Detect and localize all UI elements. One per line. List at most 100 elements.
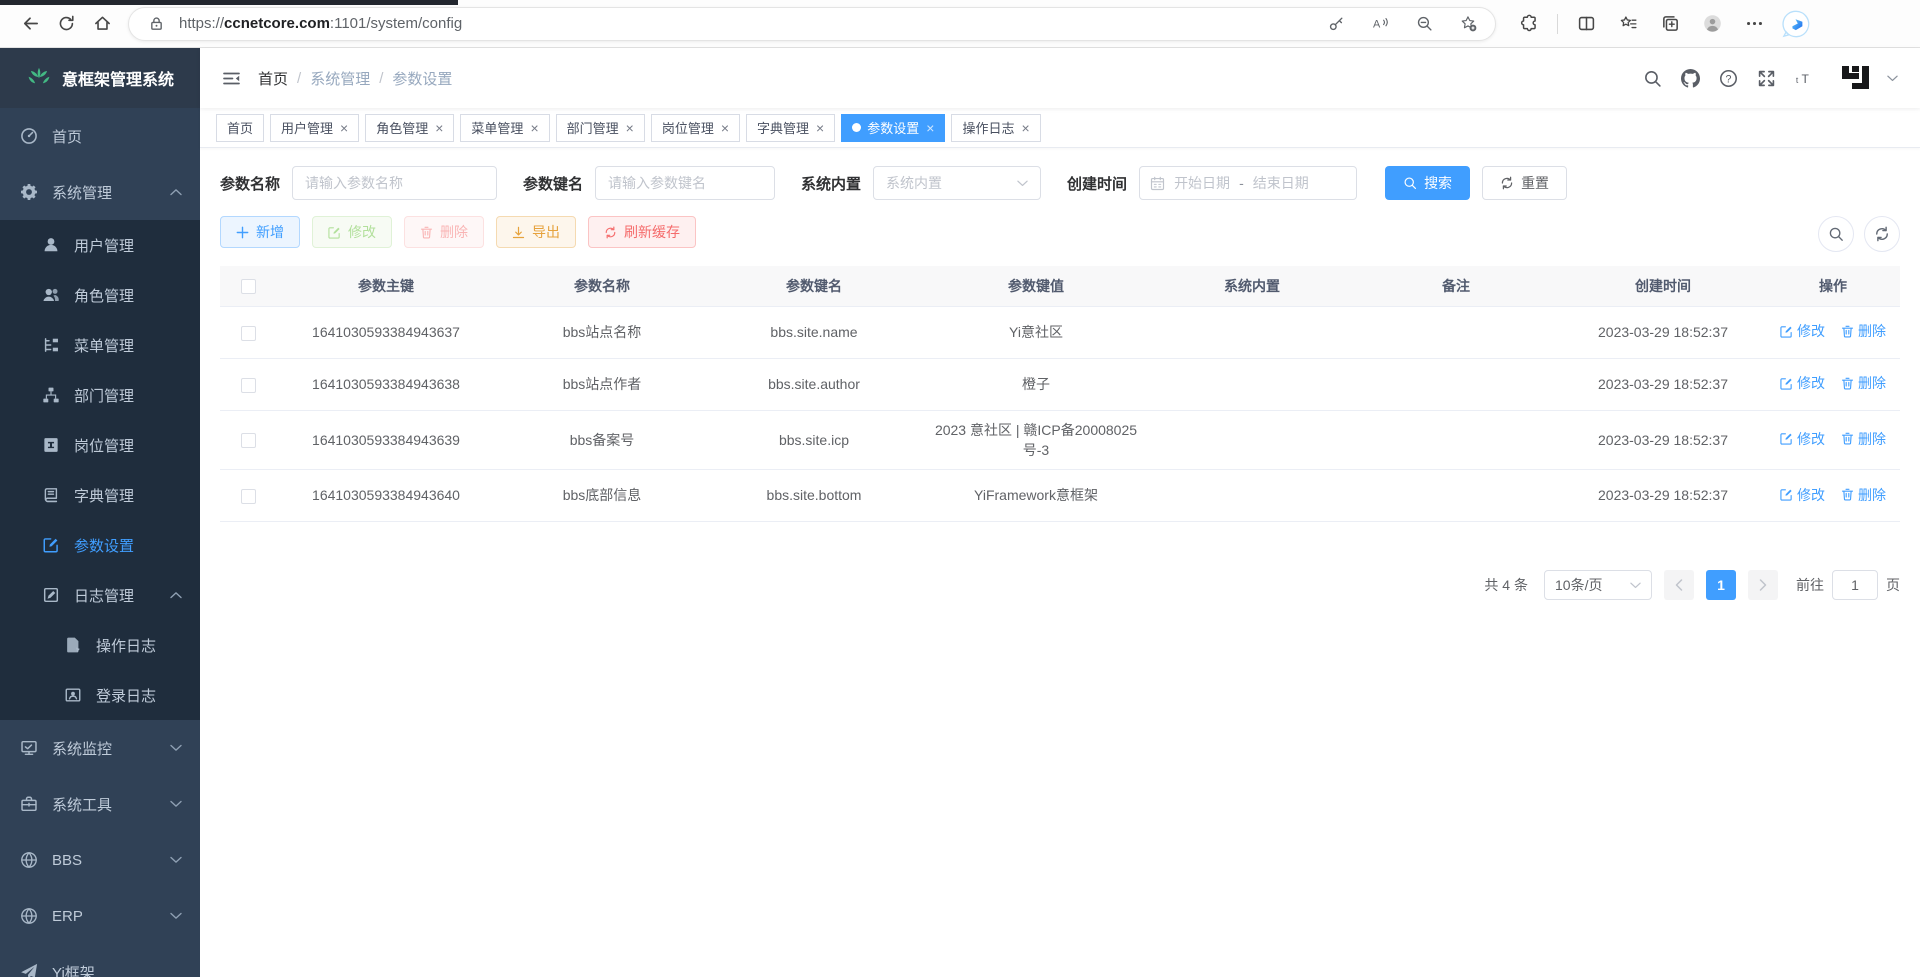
row-edit-link[interactable]: 修改 [1780,485,1825,505]
param-key-input[interactable] [595,166,775,200]
split-screen-icon[interactable] [1568,6,1604,42]
refresh-button[interactable] [48,6,84,42]
sidebar-item-user-mgmt[interactable]: 用户管理 [0,220,200,270]
help-icon[interactable]: ? [1713,63,1743,93]
sidebar-item-log-mgmt[interactable]: 日志管理 [0,570,200,620]
extensions-icon[interactable] [1511,6,1547,42]
address-bar[interactable]: https://ccnetcore.com:1101/system/config… [128,7,1496,41]
date-range-picker[interactable]: 开始日期 - 结束日期 [1139,166,1357,200]
select-all-checkbox[interactable] [241,279,256,294]
date-separator: - [1239,175,1244,191]
row-checkbox[interactable] [241,433,256,448]
more-menu-icon[interactable] [1736,6,1772,42]
edit-button[interactable]: 修改 [312,216,392,248]
password-key-icon[interactable] [1323,11,1349,37]
collections-icon[interactable] [1652,6,1688,42]
cell-name-text: bbs备案号 [570,432,635,448]
sidebar-item-home[interactable]: 首页 [0,108,200,164]
sidebar-item-param-settings[interactable]: 参数设置 [0,520,200,570]
home-button[interactable] [84,6,120,42]
sidebar-item-dept-mgmt[interactable]: 部门管理 [0,370,200,420]
sidebar-item-login-log[interactable]: 登录日志 [0,670,200,720]
sidebar-toggle-icon[interactable] [214,61,248,95]
tab-close-icon[interactable]: × [340,121,348,135]
search-button-label: 搜索 [1424,173,1452,193]
sidebar-item-operation-log[interactable]: 操作日志 [0,620,200,670]
sidebar-item-menu-mgmt[interactable]: 菜单管理 [0,320,200,370]
row-delete-link[interactable]: 删除 [1841,429,1886,449]
favorite-star-icon[interactable] [1455,11,1481,37]
cell-value-text: 橙子 [1022,374,1050,394]
page-1-button[interactable]: 1 [1706,570,1736,600]
sidebar-item-post-mgmt[interactable]: 岗位管理 [0,420,200,470]
goto-page-input[interactable] [1832,570,1878,600]
browser-profile-avatar[interactable] [1694,6,1730,42]
tab-user-mgmt[interactable]: 用户管理× [270,114,359,142]
row-checkbox[interactable] [241,378,256,393]
tab-close-icon[interactable]: × [1021,121,1029,135]
row-delete-link[interactable]: 删除 [1841,373,1886,393]
sidebar-item-system-monitor[interactable]: 系统监控 [0,720,200,776]
prev-page-button[interactable] [1664,570,1694,600]
header-search-icon[interactable] [1637,63,1667,93]
search-button[interactable]: 搜索 [1385,166,1470,200]
lock-icon[interactable] [143,11,169,37]
toggle-search-button[interactable] [1818,216,1854,252]
favorites-bar-icon[interactable] [1610,6,1646,42]
row-delete-link[interactable]: 删除 [1841,485,1886,505]
builtin-select[interactable]: 系统内置 [873,166,1041,200]
row-checkbox[interactable] [241,326,256,341]
tab-dept-mgmt[interactable]: 部门管理× [556,114,645,142]
reset-button[interactable]: 重置 [1482,166,1567,200]
tab-close-icon[interactable]: × [926,121,934,135]
row-edit-link[interactable]: 修改 [1780,321,1825,341]
tab-close-icon[interactable]: × [721,121,729,135]
sidebar-item-bbs[interactable]: BBS [0,832,200,888]
param-name-input[interactable] [292,166,497,200]
tab-menu-mgmt[interactable]: 菜单管理× [460,114,549,142]
tab-close-icon[interactable]: × [435,121,443,135]
fullscreen-icon[interactable] [1751,63,1781,93]
cell-created: 2023-03-29 18:52:37 [1560,410,1766,470]
row-edit-link[interactable]: 修改 [1780,373,1825,393]
sidebar-item-erp[interactable]: ERP [0,888,200,944]
cell-actions: 修改删除 [1766,358,1900,410]
tab-close-icon[interactable]: × [530,121,538,135]
next-page-button[interactable] [1748,570,1778,600]
row-delete-link[interactable]: 删除 [1841,321,1886,341]
font-size-icon[interactable]: tT [1789,63,1819,93]
user-avatar[interactable] [1837,59,1875,97]
export-button[interactable]: 导出 [496,216,576,248]
refresh-table-button[interactable] [1864,216,1900,252]
tab-home[interactable]: 首页 [216,114,264,142]
zoom-out-icon[interactable] [1411,11,1437,37]
sidebar-item-role-mgmt[interactable]: 角色管理 [0,270,200,320]
add-button[interactable]: 新增 [220,216,300,248]
sidebar-item-system-mgmt[interactable]: 系统管理 [0,164,200,220]
row-edit-link[interactable]: 修改 [1780,429,1825,449]
back-button[interactable] [12,6,48,42]
user-menu-caret-icon[interactable] [1887,69,1898,87]
read-aloud-icon[interactable]: A [1367,11,1393,37]
tab-close-icon[interactable]: × [816,121,824,135]
trash-icon [1841,325,1854,338]
tab-close-icon[interactable]: × [626,121,634,135]
row-edit-label: 修改 [1797,373,1825,393]
sidebar-item-dict-mgmt[interactable]: 字典管理 [0,470,200,520]
tab-post-mgmt[interactable]: 岗位管理× [651,114,740,142]
page-size-select[interactable]: 10条/页 [1544,570,1652,600]
tab-param-settings[interactable]: 参数设置× [841,114,945,142]
github-icon[interactable] [1675,63,1705,93]
breadcrumb-item[interactable]: 首页 [258,68,288,89]
tab-operation-log[interactable]: 操作日志× [951,114,1040,142]
sidebar-item-system-tools[interactable]: 系统工具 [0,776,200,832]
tab-role-mgmt[interactable]: 角色管理× [365,114,454,142]
refresh-cache-button[interactable]: 刷新缓存 [588,216,696,248]
delete-button[interactable]: 删除 [404,216,484,248]
toolbar-divider [1557,14,1558,34]
bing-chat-icon[interactable] [1778,6,1814,42]
tab-dict-mgmt[interactable]: 字典管理× [746,114,835,142]
row-checkbox[interactable] [241,489,256,504]
url-text[interactable]: https://ccnetcore.com:1101/system/config [179,15,1305,32]
sidebar-item-yi-framework[interactable]: Yi框架 [0,944,200,977]
